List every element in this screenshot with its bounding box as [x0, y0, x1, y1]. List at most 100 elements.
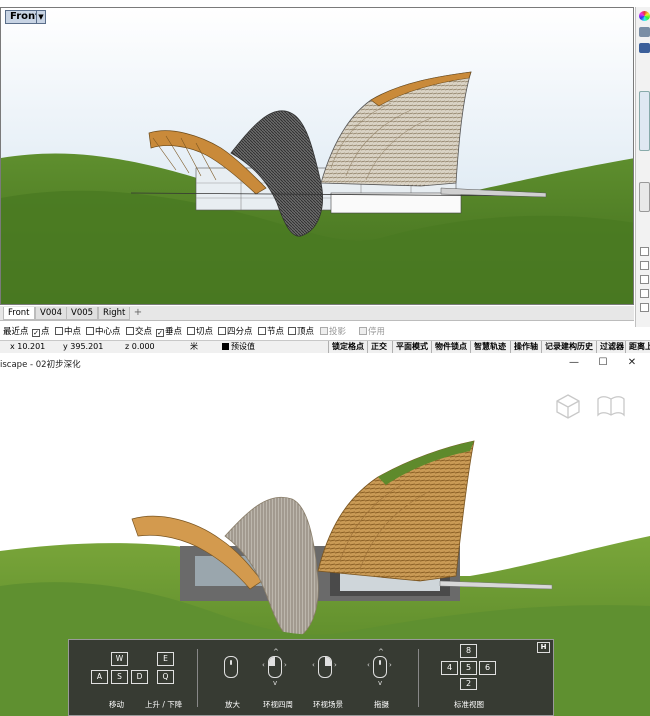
unit: 米 — [190, 342, 198, 351]
arrow-left-icon: ‹ — [312, 661, 315, 669]
status-bar: x 10.201 y 395.201 z 0.000 米 预设值 锁定格点 正交… — [0, 340, 650, 353]
panel-checkbox[interactable] — [640, 303, 649, 312]
pane-ortho[interactable]: 正交 — [367, 341, 390, 353]
coord-x: x 10.201 — [10, 342, 46, 351]
minimize-button[interactable]: — — [566, 356, 582, 370]
thumbnail-preview[interactable] — [639, 91, 650, 151]
pane-filter[interactable]: 过滤器 — [596, 341, 627, 353]
numpad-key-2: 2 — [460, 678, 477, 690]
cube-view-icon[interactable] — [555, 393, 581, 419]
osnap-knot[interactable]: 节点 — [258, 327, 284, 338]
checkbox-icon[interactable] — [288, 327, 296, 335]
osnap-vertex[interactable]: 顶点 — [288, 327, 314, 338]
pane-distance[interactable]: 距离上 — [625, 341, 650, 353]
osnap-center[interactable]: 中心点 — [86, 327, 121, 338]
titlebar[interactable]: iscape - 02初步深化 — ☐ ✕ — [0, 355, 650, 371]
osnap-label: 最近点 — [3, 327, 29, 337]
pane-gumball[interactable]: 操作轴 — [510, 341, 541, 353]
screen: Front ▼ Front V004 V005 Right + 最近点 ✓ 点 中… — [0, 0, 650, 716]
numpad-key-5: 5 — [460, 661, 477, 675]
osnap-perpendicular[interactable]: ✓ 垂点 — [156, 327, 182, 338]
book-icon[interactable] — [596, 395, 626, 417]
panel-icon[interactable] — [639, 27, 650, 37]
viewport-menu-chevron-icon[interactable]: ▼ — [36, 10, 46, 24]
panel-checkbox[interactable] — [640, 247, 649, 256]
pane-grid-snap[interactable]: 锁定格点 — [328, 341, 367, 353]
label-pan: 拖摄 — [374, 700, 389, 709]
checkbox-icon[interactable] — [320, 327, 328, 335]
key-q: Q — [157, 670, 174, 684]
tab-v005[interactable]: V005 — [66, 307, 99, 320]
coord-y: y 395.201 — [63, 342, 104, 351]
arrow-up-icon: ^ — [273, 648, 279, 656]
mouse-left-button-icon — [268, 656, 282, 678]
checkbox-checked-icon[interactable]: ✓ — [32, 329, 40, 337]
panel-icon[interactable] — [639, 43, 650, 53]
numpad-key-8: 8 — [460, 644, 477, 658]
close-button[interactable]: ✕ — [624, 356, 640, 370]
arrow-down-icon: v — [378, 679, 383, 687]
panel-checkbox[interactable] — [640, 289, 649, 298]
mouse-wheel-icon — [224, 656, 238, 678]
tab-front[interactable]: Front — [3, 307, 35, 320]
hide-panel-key[interactable]: H — [537, 642, 550, 653]
checkbox-icon[interactable] — [126, 327, 134, 335]
current-layer[interactable]: 预设值 — [222, 341, 255, 353]
osnap-tangent[interactable]: 切点 — [187, 327, 213, 338]
viewport-render — [1, 8, 633, 304]
pane-history[interactable]: 记录建构历史 — [541, 341, 596, 353]
label-orbit: 环视四周 — [263, 700, 293, 709]
checkbox-icon[interactable] — [218, 327, 226, 335]
pane-osnap[interactable]: 物件锁点 — [431, 341, 470, 353]
checkbox-icon[interactable] — [187, 327, 195, 335]
osnap-project[interactable]: 投影 — [320, 327, 346, 338]
maximize-button[interactable]: ☐ — [595, 356, 611, 370]
key-e: E — [157, 652, 174, 666]
checkbox-icon[interactable] — [86, 327, 94, 335]
arrow-left-icon: ‹ — [367, 661, 370, 669]
color-wheel-icon[interactable] — [639, 11, 650, 21]
mouse-right-button-icon — [318, 656, 332, 678]
checkbox-icon[interactable] — [359, 327, 367, 335]
viewport-tabs: Front V004 V005 Right + — [0, 306, 634, 321]
divider — [418, 649, 419, 707]
checkbox-checked-icon[interactable]: ✓ — [156, 329, 164, 337]
arrow-down-icon: v — [273, 679, 278, 687]
key-d: D — [131, 670, 148, 684]
osnap-bar: 最近点 ✓ 点 中点 中心点 交点 ✓ 垂点 切点 四分点 节点 顶点 投影 停用 — [0, 326, 650, 339]
layer-color-swatch — [222, 343, 229, 350]
pane-planar[interactable]: 平面模式 — [392, 341, 431, 353]
add-tab-button[interactable]: + — [131, 307, 145, 320]
thumbnail-preview[interactable] — [639, 182, 650, 212]
pane-smarttrack[interactable]: 智慧轨迹 — [470, 341, 509, 353]
checkbox-icon[interactable] — [55, 327, 63, 335]
label-look-around: 环视场景 — [313, 700, 343, 709]
window-title: iscape - 02初步深化 — [0, 360, 81, 370]
osnap-disable[interactable]: 停用 — [359, 327, 385, 338]
osnap-midpoint[interactable]: 中点 — [55, 327, 81, 338]
osnap-quadrant[interactable]: 四分点 — [218, 327, 253, 338]
side-panel-strip — [635, 7, 650, 327]
tab-v004[interactable]: V004 — [35, 307, 68, 320]
key-s: S — [111, 670, 128, 684]
arrow-right-icon: › — [334, 661, 337, 669]
label-standard-views: 标准视图 — [454, 700, 484, 709]
enscape-window: iscape - 02初步深化 — ☐ ✕ H W A S D E Q 移动 上… — [0, 355, 650, 716]
arrow-up-icon: ^ — [378, 648, 384, 656]
coord-z: z 0.000 — [125, 342, 155, 351]
panel-checkbox[interactable] — [640, 261, 649, 270]
label-zoom: 放大 — [225, 700, 240, 709]
tab-right[interactable]: Right — [98, 307, 131, 320]
checkbox-icon[interactable] — [258, 327, 266, 335]
arrow-left-icon: ‹ — [262, 661, 265, 669]
arrow-right-icon: › — [284, 661, 287, 669]
rhino-viewport[interactable]: Front ▼ — [0, 7, 634, 305]
osnap-point[interactable]: ✓ 点 — [32, 327, 50, 338]
osnap-intersection[interactable]: 交点 — [126, 327, 152, 338]
numpad-key-4: 4 — [441, 661, 458, 675]
mouse-middle-button-icon — [373, 656, 387, 678]
panel-checkbox[interactable] — [640, 275, 649, 284]
numpad-key-6: 6 — [479, 661, 496, 675]
label-up-down: 上升 / 下降 — [145, 700, 183, 709]
divider — [197, 649, 198, 707]
